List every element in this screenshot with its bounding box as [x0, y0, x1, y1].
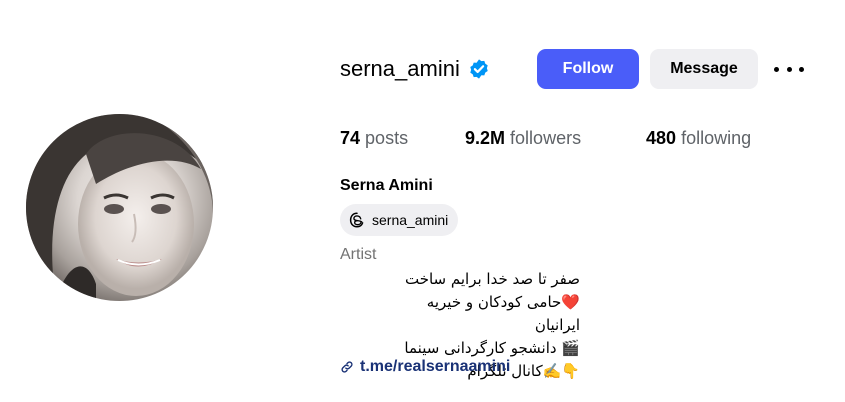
avatar-portrait [26, 114, 213, 301]
message-button[interactable]: Message [650, 49, 758, 89]
dot [786, 66, 792, 72]
posts-label: posts [365, 128, 409, 148]
bio-line: صفر تا صد خدا برایم ساخت [404, 270, 580, 288]
dot [774, 66, 779, 72]
more-options-icon[interactable] [774, 60, 804, 78]
followers-stat[interactable]: 9.2M followers [465, 128, 581, 149]
full-name: Serna Amini [340, 177, 433, 194]
posts-count: 74 [340, 128, 361, 148]
follow-button[interactable]: Follow [537, 49, 639, 89]
followers-count: 9.2M [465, 128, 506, 148]
verified-badge-icon [468, 58, 490, 80]
profile-avatar[interactable] [26, 114, 213, 301]
followers-label: followers [510, 128, 582, 148]
external-link[interactable]: t.me/realsernaamini [340, 358, 510, 376]
profile-header: serna_amini [340, 56, 490, 82]
bio-line: 🎬 دانشجو کارگردانی سینما [404, 339, 580, 357]
following-count: 480 [646, 128, 677, 148]
bio-line: ❤️حامی کودکان و خیریه ایرانیان [426, 293, 580, 334]
threads-icon [349, 212, 364, 228]
following-stat[interactable]: 480 following [646, 128, 751, 149]
link-icon [341, 361, 353, 373]
threads-link[interactable]: serna_amini [340, 204, 459, 236]
posts-stat: 74 posts [340, 128, 408, 149]
username: serna_amini [340, 56, 460, 81]
profile-category: Artist [340, 246, 377, 263]
link-text: t.me/realsernaamini [360, 358, 511, 375]
dot [799, 66, 804, 72]
following-label: following [681, 128, 752, 148]
threads-handle: serna_amini [372, 212, 449, 228]
